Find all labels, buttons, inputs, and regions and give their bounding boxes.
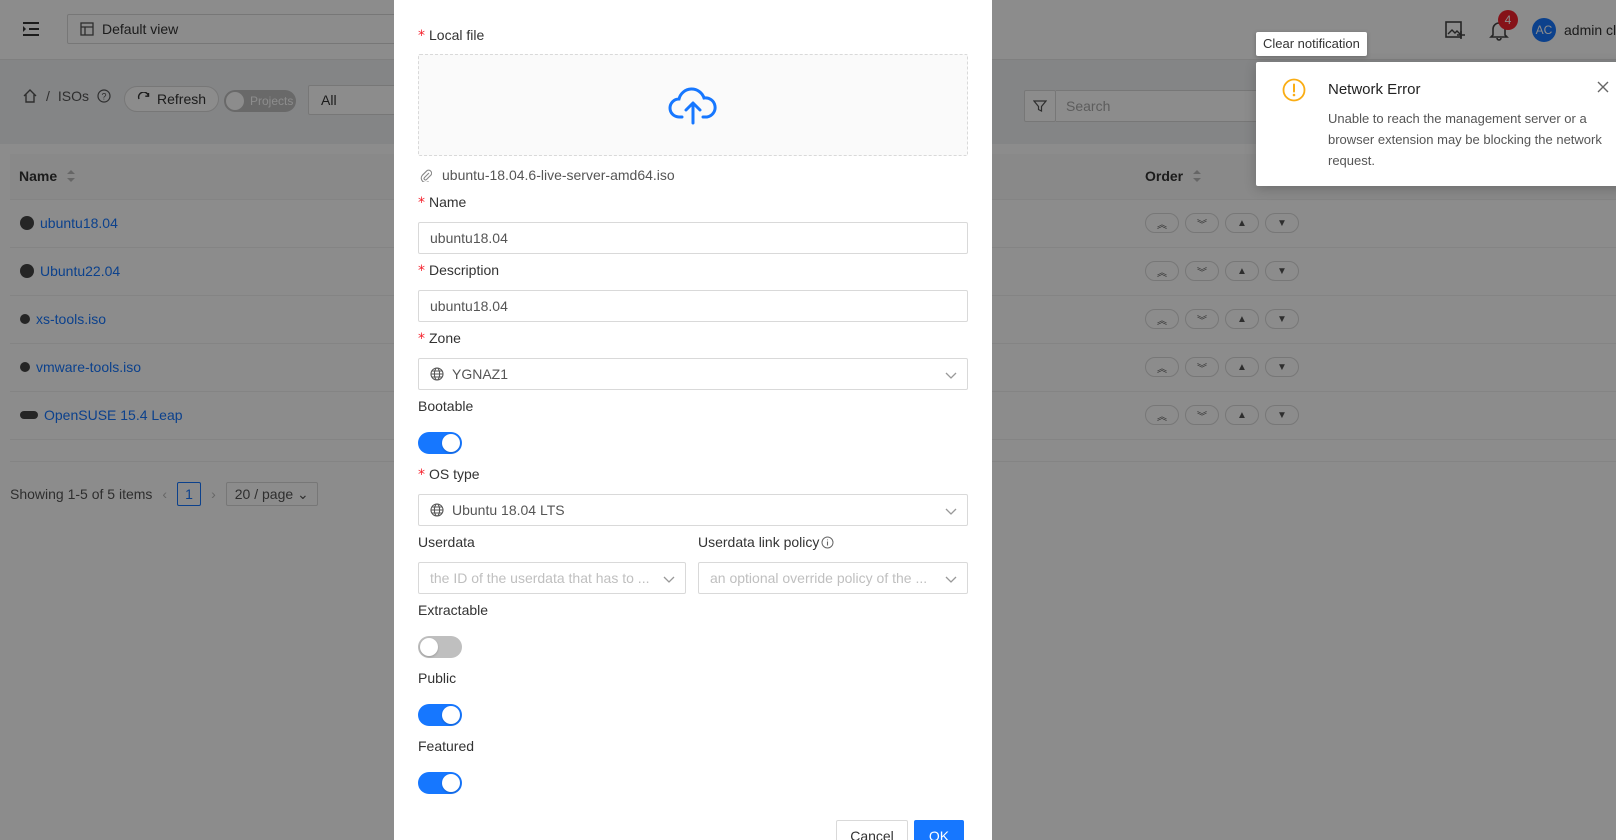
register-iso-modal: * Local file ubuntu-18.04.6-live-server-a…: [394, 0, 992, 840]
os-type-label: * OS type: [418, 466, 480, 483]
userdata-link-policy-placeholder: an optional override policy of the ...: [710, 570, 928, 586]
bootable-switch[interactable]: [418, 432, 462, 454]
ok-button[interactable]: OK: [914, 820, 964, 840]
description-input[interactable]: ubuntu18.04: [418, 290, 968, 322]
extractable-switch[interactable]: [418, 636, 462, 658]
userdata-link-policy-select[interactable]: an optional override policy of the ...: [698, 562, 968, 594]
zone-select[interactable]: YGNAZ1: [418, 358, 968, 390]
zone-label-text: Zone: [429, 330, 461, 346]
os-type-label-text: OS type: [429, 466, 480, 482]
uploaded-file-item: ubuntu-18.04.6-live-server-amd64.iso: [420, 167, 675, 183]
featured-switch[interactable]: [418, 772, 462, 794]
userdata-select[interactable]: the ID of the userdata that has to ...: [418, 562, 686, 594]
userdata-link-policy-label-text: Userdata link policy: [698, 534, 820, 550]
close-icon[interactable]: [1596, 80, 1610, 94]
globe-icon: [430, 503, 444, 517]
public-label: Public: [418, 670, 457, 686]
warning-circle-icon: [1282, 78, 1306, 102]
switch-knob: [442, 774, 460, 792]
chevron-down-icon: [945, 576, 957, 583]
name-label: * Name: [418, 194, 467, 211]
description-label-text: Description: [429, 262, 500, 278]
public-switch[interactable]: [418, 704, 462, 726]
os-type-select[interactable]: Ubuntu 18.04 LTS: [418, 494, 968, 526]
name-input[interactable]: ubuntu18.04: [418, 222, 968, 254]
paperclip-icon: [420, 169, 432, 182]
bootable-label: Bootable: [418, 398, 474, 414]
clear-notification-button[interactable]: Clear notification: [1256, 32, 1367, 56]
uploaded-file-name: ubuntu-18.04.6-live-server-amd64.iso: [442, 167, 675, 183]
chevron-down-icon: [945, 372, 957, 379]
featured-label: Featured: [418, 738, 475, 754]
chevron-down-icon: [663, 576, 675, 583]
file-upload-dropzone[interactable]: [418, 54, 968, 156]
name-label-text: Name: [429, 194, 467, 210]
switch-knob: [420, 638, 438, 656]
userdata-select-placeholder: the ID of the userdata that has to ...: [430, 570, 650, 586]
chevron-down-icon: [945, 508, 957, 515]
description-label: * Description: [418, 262, 500, 279]
os-type-select-value: Ubuntu 18.04 LTS: [452, 502, 565, 518]
extractable-label: Extractable: [418, 602, 489, 618]
cloud-upload-icon: [668, 87, 717, 125]
notification-description: Unable to reach the management server or…: [1328, 111, 1602, 168]
userdata-link-policy-label: Userdata link policy: [698, 534, 834, 550]
zone-select-value: YGNAZ1: [452, 366, 509, 382]
local-file-label: * Local file: [418, 27, 485, 44]
notification-title: Network Error: [1328, 81, 1421, 98]
info-circle-icon[interactable]: [821, 536, 834, 549]
userdata-label: Userdata: [418, 534, 475, 550]
local-file-label-text: Local file: [429, 27, 485, 43]
switch-knob: [442, 706, 460, 724]
globe-icon: [430, 367, 444, 381]
cancel-button[interactable]: Cancel: [836, 820, 908, 840]
zone-label: * Zone: [418, 330, 461, 347]
switch-knob: [442, 434, 460, 452]
network-error-notification: Network Error Unable to reach the manage…: [1256, 62, 1616, 186]
